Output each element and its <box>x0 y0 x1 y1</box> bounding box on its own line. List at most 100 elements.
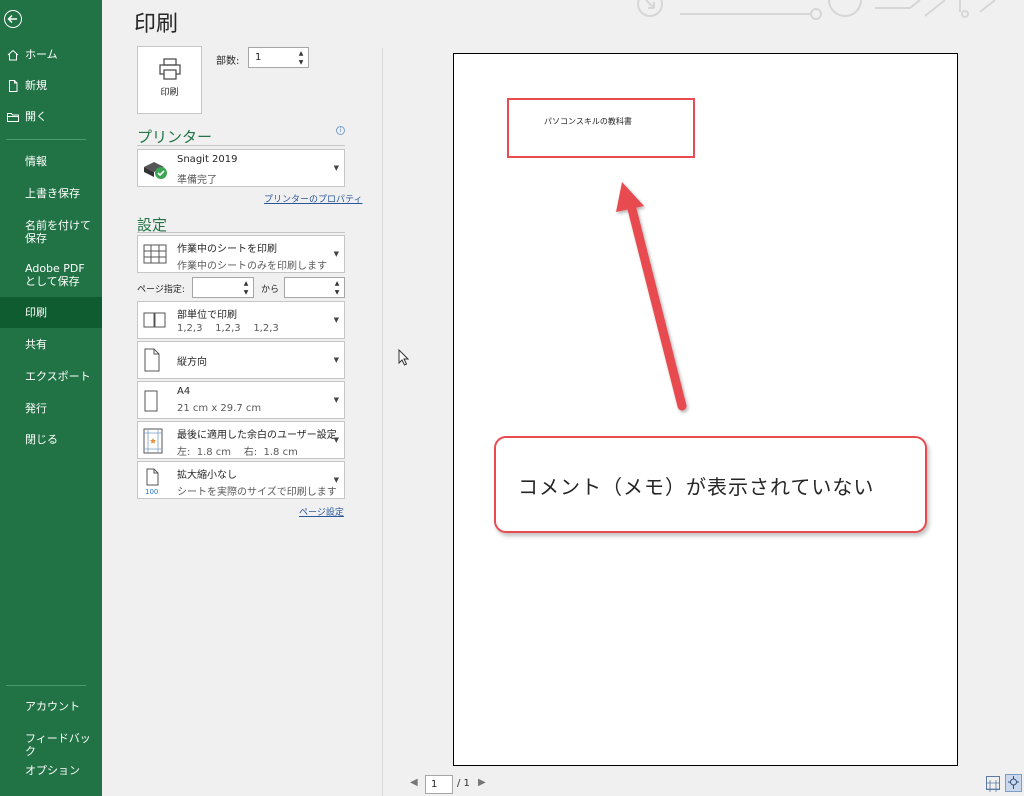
printer-properties-link[interactable]: プリンターのプロパティ <box>264 192 362 205</box>
sidebar-item-new[interactable]: 新規 <box>0 79 102 92</box>
collate-title: 部単位で印刷 <box>177 310 237 321</box>
section-divider <box>137 145 345 146</box>
sidebar-item-label: 名前を付けて保存 <box>25 219 91 245</box>
next-page-button[interactable]: ▶ <box>478 777 486 788</box>
sidebar-item-label: 閉じる <box>25 433 58 446</box>
collate-sub: 1,2,3 1,2,3 1,2,3 <box>177 323 279 334</box>
info-icon[interactable]: i <box>336 126 345 135</box>
print-scope-sub: 作業中のシートのみを印刷します <box>177 261 327 272</box>
show-margins-icon[interactable] <box>986 776 1000 792</box>
scaling-icon-text: 100 <box>145 488 158 496</box>
chevron-down-icon: ▼ <box>333 356 339 364</box>
sidebar-item-label: フィードバック <box>25 732 91 758</box>
section-divider <box>137 232 345 233</box>
paper-size-dropdown[interactable]: A4 21 cm x 29.7 cm ▼ <box>137 381 345 419</box>
print-button-label: 印刷 <box>160 88 179 98</box>
paper-size-title: A4 <box>177 386 191 397</box>
scaling-sub: シートを実際のサイズで印刷します <box>177 487 337 498</box>
collate-icon <box>143 312 166 328</box>
chevron-down-icon: ▼ <box>333 476 339 484</box>
margins-sub: 左: 1.8 cm 右: 1.8 cm <box>177 447 298 458</box>
sheet-grid-icon <box>143 244 167 264</box>
printer-status: 準備完了 <box>177 175 217 186</box>
sidebar-item-share[interactable]: 共有 <box>0 338 102 351</box>
print-scope-title: 作業中のシートを印刷 <box>177 244 277 255</box>
sidebar-item-info[interactable]: 情報 <box>0 155 102 168</box>
sidebar-item-print[interactable]: 印刷 <box>0 297 102 328</box>
scaling-dropdown[interactable]: 100 拡大縮小なし シートを実際のサイズで印刷します ▼ <box>137 461 345 499</box>
sidebar-item-label: 開く <box>25 110 47 123</box>
chevron-down-icon: ▼ <box>333 396 339 404</box>
previous-page-button[interactable]: ◀ <box>410 777 418 788</box>
sidebar-item-open[interactable]: 開く <box>0 110 102 123</box>
sidebar-item-save-as-pdf[interactable]: Adobe PDF として保存 <box>0 262 102 288</box>
scaling-title: 拡大縮小なし <box>177 470 237 481</box>
sidebar-item-label: ホーム <box>25 48 58 61</box>
margins-title: 最後に適用した余白のユーザー設定 <box>177 430 337 441</box>
margins-icon <box>143 428 163 454</box>
callout-text: コメント（メモ）が表示されていない <box>518 475 875 499</box>
sidebar-item-feedback[interactable]: フィードバック <box>0 732 102 758</box>
pages-to-label: から <box>261 285 280 295</box>
back-arrow-icon[interactable] <box>4 10 22 28</box>
page-to-stepper[interactable]: ▲ ▼ <box>284 277 345 298</box>
page-title: 印刷 <box>134 12 179 37</box>
print-button[interactable]: 印刷 <box>137 46 202 114</box>
sidebar-item-home[interactable]: ホーム <box>0 48 102 61</box>
printer-ready-icon <box>144 162 167 179</box>
sidebar-item-options[interactable]: オプション <box>0 764 102 777</box>
sidebar-item-publish[interactable]: 発行 <box>0 402 102 415</box>
sidebar-item-close[interactable]: 閉じる <box>0 433 102 446</box>
sidebar-divider <box>6 139 86 140</box>
zoom-to-page-icon[interactable] <box>1005 774 1022 792</box>
new-file-icon <box>9 80 18 92</box>
open-folder-icon <box>7 113 19 122</box>
chevron-down-icon: ▼ <box>333 436 339 444</box>
portrait-page-icon <box>144 348 160 372</box>
sidebar-item-export[interactable]: エクスポート <box>0 370 102 383</box>
annotation-arrow <box>616 182 687 411</box>
margins-dropdown[interactable]: 最後に適用した余白のユーザー設定 左: 1.8 cm 右: 1.8 cm ▼ <box>137 421 345 459</box>
chevron-down-icon: ▼ <box>333 250 339 258</box>
sidebar-item-label: 共有 <box>25 338 47 351</box>
spinner-arrows-icon[interactable]: ▲ ▼ <box>296 49 306 67</box>
sidebar-item-save[interactable]: 上書き保存 <box>0 187 102 200</box>
orientation-title: 縦方向 <box>177 357 207 368</box>
current-page-input[interactable]: 1 <box>425 775 453 794</box>
panel-divider <box>382 48 383 796</box>
paper-size-sub: 21 cm x 29.7 cm <box>177 403 262 414</box>
printer-icon <box>159 58 181 80</box>
sidebar-item-save-as[interactable]: 名前を付けて保存 <box>0 219 102 245</box>
print-scope-dropdown[interactable]: 作業中のシートを印刷 作業中のシートのみを印刷します ▼ <box>137 235 345 273</box>
pages-label: ページ指定: <box>137 285 185 295</box>
circuit-decoration <box>637 0 996 20</box>
mouse-cursor-icon <box>398 349 410 366</box>
total-pages: / 1 <box>457 778 470 789</box>
annotation-callout: コメント（メモ）が表示されていない <box>494 436 927 533</box>
sidebar-item-label: 印刷 <box>25 306 47 319</box>
sidebar-divider <box>6 685 86 686</box>
sidebar-item-label: 発行 <box>25 402 47 415</box>
printer-heading: プリンター <box>137 128 213 146</box>
printer-name: Snagit 2019 <box>177 154 238 165</box>
copies-stepper[interactable]: 1 ▲ ▼ <box>248 47 309 68</box>
sidebar-item-label: 情報 <box>25 155 47 168</box>
sidebar-item-label: 上書き保存 <box>25 187 80 200</box>
sidebar-item-label: アカウント <box>25 700 80 713</box>
spinner-arrows-icon[interactable]: ▲ ▼ <box>241 279 251 297</box>
orientation-dropdown[interactable]: 縦方向 ▼ <box>137 341 345 379</box>
page-from-stepper[interactable]: ▲ ▼ <box>192 277 254 298</box>
sidebar-item-label: エクスポート <box>25 370 91 383</box>
spinner-arrows-icon[interactable]: ▲ ▼ <box>332 279 342 297</box>
collate-dropdown[interactable]: 部単位で印刷 1,2,3 1,2,3 1,2,3 ▼ <box>137 301 345 339</box>
highlight-box <box>507 98 695 158</box>
backstage-sidebar: ホーム 新規 開く 情報 上書き保存 名前を付けて保存 Adobe PDF とし… <box>0 0 102 796</box>
copies-value: 1 <box>255 52 262 63</box>
home-icon <box>7 49 19 61</box>
sidebar-item-label: Adobe PDF として保存 <box>25 262 85 288</box>
printer-dropdown[interactable]: Snagit 2019 準備完了 ▼ <box>137 149 345 187</box>
paper-size-icon <box>144 390 158 412</box>
print-preview-page <box>453 53 958 766</box>
sidebar-item-account[interactable]: アカウント <box>0 700 102 713</box>
page-setup-link[interactable]: ページ設定 <box>299 505 344 518</box>
